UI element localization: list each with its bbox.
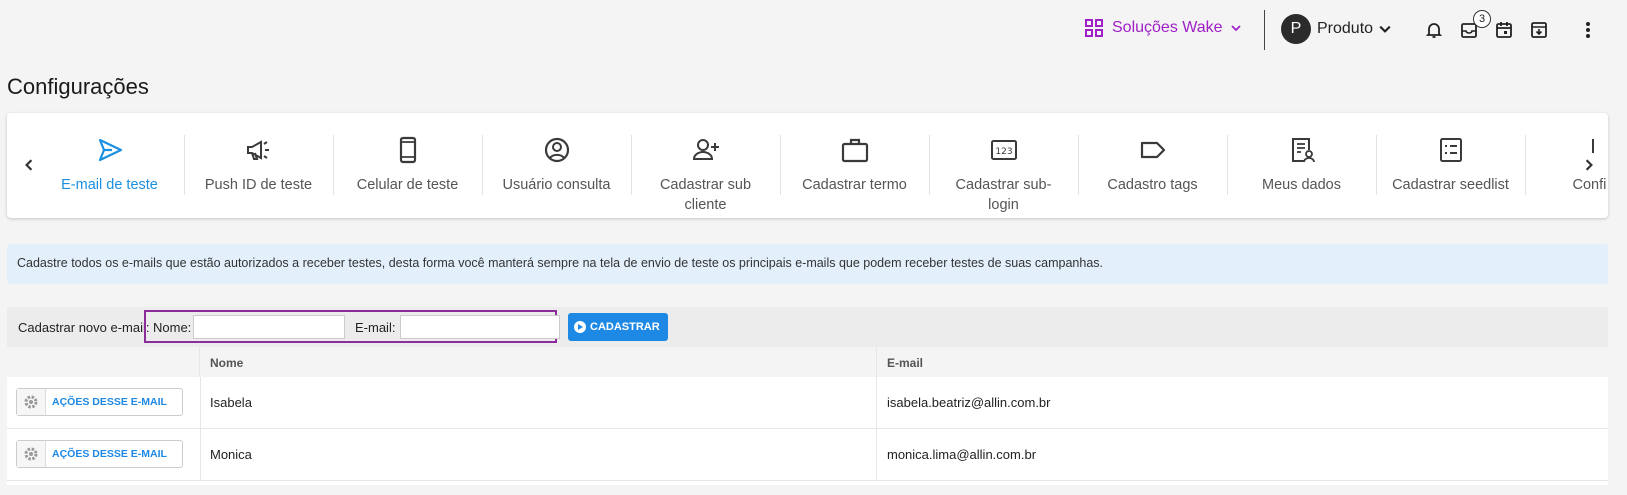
name-label: Nome: <box>153 320 192 335</box>
user-circle-icon <box>544 137 569 163</box>
tab-email-de-teste[interactable]: E-mail de teste <box>35 113 184 218</box>
tab-cadastro-tags[interactable]: Cadastro tags <box>1078 113 1227 218</box>
tab-celular-de-teste[interactable]: Celular de teste <box>333 113 482 218</box>
email-actions-label: AÇÕES DESSE E-MAIL <box>52 448 167 460</box>
briefcase-icon <box>841 138 868 163</box>
column-header-actions <box>7 347 200 377</box>
gear-icon <box>17 441 46 467</box>
column-divider <box>876 347 877 377</box>
name-input[interactable] <box>193 315 345 339</box>
header-divider <box>1264 10 1265 50</box>
row-email: isabela.beatriz@allin.com.br <box>887 395 1051 410</box>
column-header-email[interactable]: E-mail <box>887 356 923 370</box>
phone-icon <box>399 136 416 164</box>
solutions-menu[interactable]: Soluções Wake <box>1084 18 1241 38</box>
column-divider <box>200 377 201 429</box>
solutions-label: Soluções Wake <box>1112 19 1223 36</box>
row-nome: Isabela <box>210 395 252 410</box>
email-actions-button[interactable]: AÇÕES DESSE E-MAIL <box>16 440 183 468</box>
column-divider <box>876 377 877 429</box>
tab-meus-dados[interactable]: Meus dados <box>1227 113 1376 218</box>
inbox-icon[interactable]: 3 <box>1457 10 1491 42</box>
tag-icon <box>1140 141 1165 159</box>
user-add-icon <box>692 139 719 160</box>
tab-cadastrar-sub-cliente[interactable]: Cadastrar sub cliente <box>631 113 780 218</box>
email-actions-button[interactable]: AÇÕES DESSE E-MAIL <box>16 388 183 416</box>
cadastrar-label: CADASTRAR <box>590 321 660 333</box>
scroll-edge <box>1616 0 1627 495</box>
chevron-down-icon <box>1230 25 1241 32</box>
tab-label: Celular de teste <box>356 177 459 193</box>
tab-cadastrar-seedlist[interactable]: Cadastrar seedlist <box>1376 113 1525 218</box>
row-email: monica.lima@allin.com.br <box>887 447 1037 462</box>
account-label: Produto <box>1317 20 1374 37</box>
column-header-nome[interactable]: Nome <box>210 356 243 370</box>
settings-tabs: E-mail de teste Push ID de teste Celular… <box>7 113 1608 218</box>
bell-icon[interactable] <box>1422 18 1446 42</box>
tab-label: Cadastrar sub-login <box>955 177 1052 213</box>
avatar: P <box>1281 14 1311 44</box>
email-label: E-mail: <box>355 320 396 335</box>
tab-label: Cadastrar seedlist <box>1392 177 1509 193</box>
page-title: Configurações <box>7 74 149 99</box>
tab-label: Usuário consulta <box>502 177 611 193</box>
tab-cadastrar-sub-login[interactable]: 123 Cadastrar sub-login <box>929 113 1078 218</box>
info-message: Cadastre todos os e-mails que estão auto… <box>7 244 1608 284</box>
tab-list: E-mail de teste Push ID de teste Celular… <box>35 113 1608 218</box>
tab-label: Confi pu <box>1572 177 1608 193</box>
cadastrar-button[interactable]: CADASTRAR <box>568 313 668 341</box>
tab-cadastrar-termo[interactable]: Cadastrar termo <box>780 113 929 218</box>
megaphone-icon <box>246 140 269 160</box>
tab-push-id-de-teste[interactable]: Push ID de teste <box>184 113 333 218</box>
gear-icon <box>17 389 46 415</box>
column-divider <box>876 429 877 481</box>
notification-badge: 3 <box>1473 10 1491 28</box>
play-icon <box>574 321 586 333</box>
table-row: AÇÕES DESSE E-MAIL Monica monica.lima@al… <box>7 429 1608 481</box>
tab-label: Cadastrar termo <box>802 177 907 193</box>
account-menu[interactable]: P Produto <box>1281 14 1391 44</box>
tab-label: Meus dados <box>1262 177 1341 193</box>
tab-label: Cadastro tags <box>1107 177 1198 193</box>
table-header: Nome E-mail <box>7 347 1608 377</box>
row-nome: Monica <box>210 447 252 462</box>
new-email-label: Cadastrar novo e-mail: <box>18 320 150 335</box>
profile-doc-icon <box>1291 138 1315 163</box>
column-divider <box>200 429 201 481</box>
grid-icon <box>1085 19 1103 37</box>
top-bar: Soluções Wake P Produto 3 <box>0 0 1627 60</box>
tab-label: Cadastrar sub cliente <box>659 177 752 213</box>
chevron-right-icon[interactable] <box>1577 153 1601 177</box>
more-vert-icon[interactable] <box>1576 18 1600 42</box>
list-icon <box>1439 138 1462 162</box>
tab-label: Push ID de teste <box>204 177 313 193</box>
chevron-down-icon <box>1379 25 1391 33</box>
svg-text:123: 123 <box>995 147 1012 157</box>
numbers-icon: 123 <box>990 140 1017 160</box>
email-input[interactable] <box>400 315 560 339</box>
new-email-form: Cadastrar novo e-mail: Nome: E-mail: CAD… <box>7 307 1608 347</box>
calendar-icon[interactable] <box>1492 18 1516 42</box>
tab-label: E-mail de teste <box>61 177 158 193</box>
table-row: AÇÕES DESSE E-MAIL Isabela isabela.beatr… <box>7 377 1608 429</box>
archive-icon[interactable] <box>1527 18 1551 42</box>
test-email-panel: Cadastrar novo e-mail: Nome: E-mail: CAD… <box>7 307 1608 485</box>
email-actions-label: AÇÕES DESSE E-MAIL <box>52 396 167 408</box>
send-icon <box>98 138 122 162</box>
tab-usuario-consulta[interactable]: Usuário consulta <box>482 113 631 218</box>
chevron-left-icon[interactable] <box>17 153 41 177</box>
